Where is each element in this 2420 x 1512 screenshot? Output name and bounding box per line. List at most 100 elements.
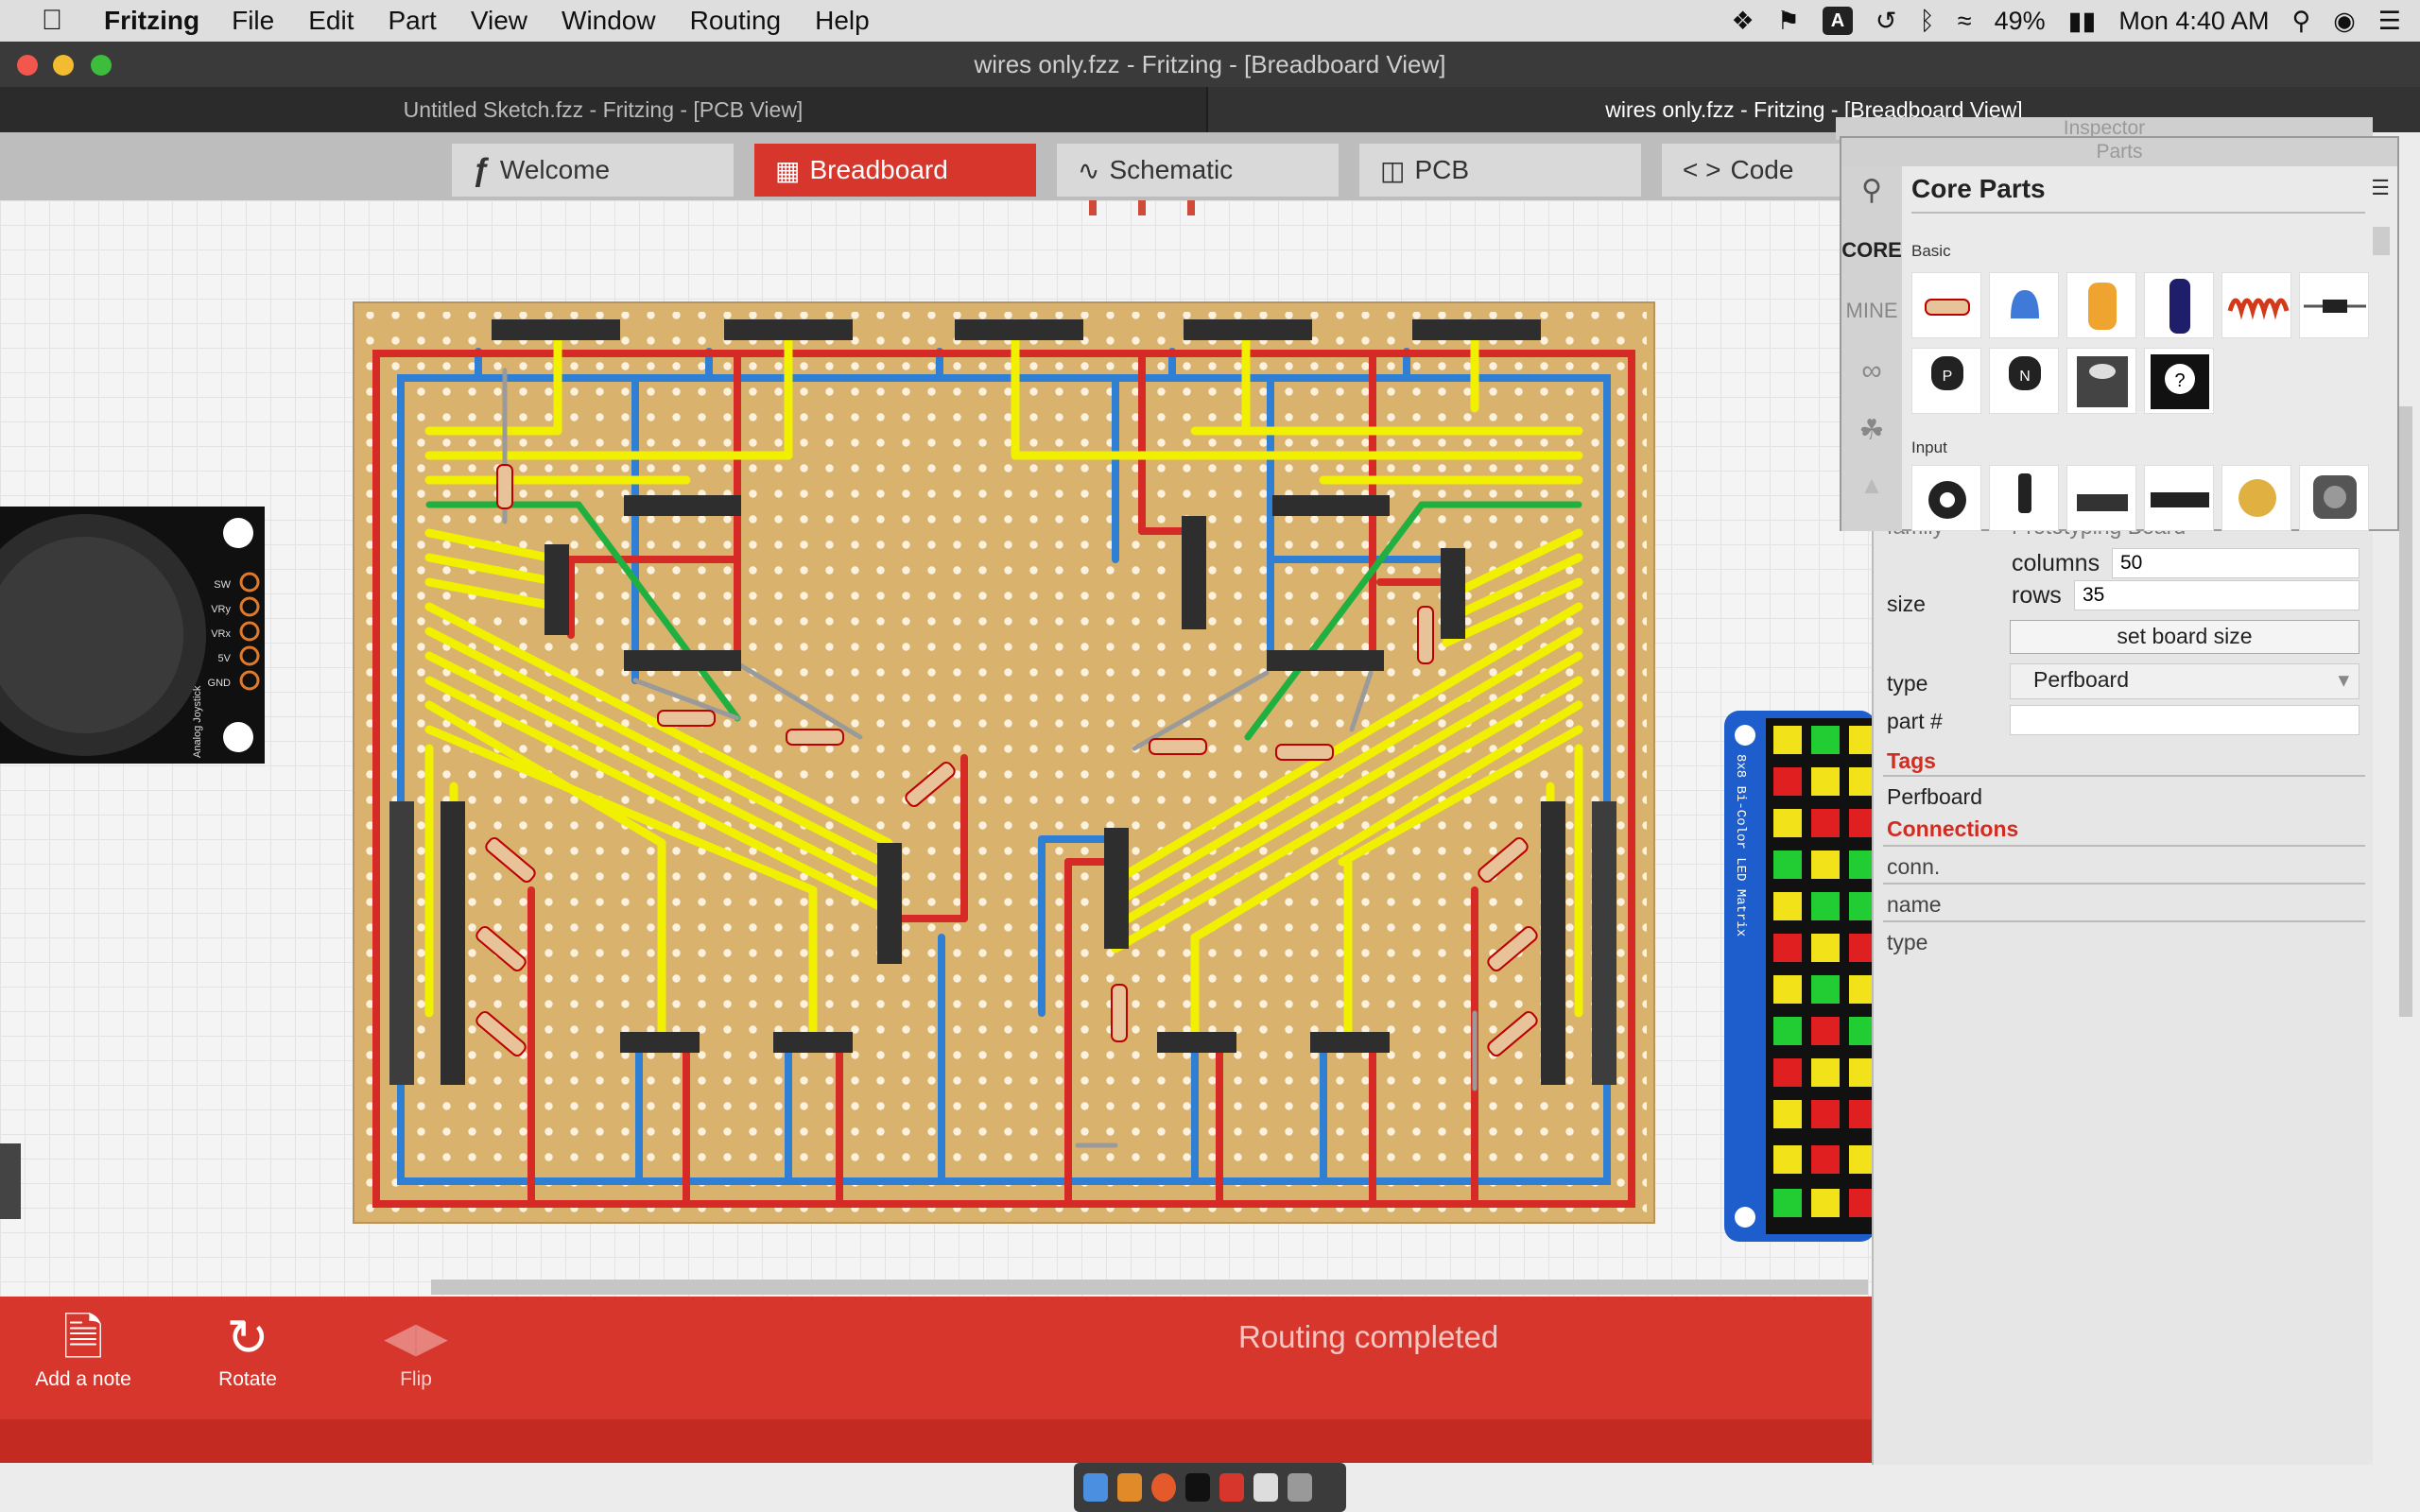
- breadboard-canvas[interactable]: SW VRy VRx 5V GND Analog Joystick 8x8 Bi…: [0, 200, 1872, 1456]
- parts-scrollbar[interactable]: [2373, 227, 2390, 255]
- npn-transistor-icon[interactable]: N: [1989, 348, 2059, 414]
- pnp-transistor-icon[interactable]: P: [1911, 348, 1981, 414]
- routing-status: Routing completed: [1238, 1319, 1499, 1354]
- bin-mine[interactable]: MINE: [1841, 299, 1902, 323]
- divider: [1883, 775, 2365, 777]
- minimize-window-icon[interactable]: [53, 55, 74, 76]
- resistor-symbol-icon: ∿: [1078, 155, 1100, 185]
- add-note-button[interactable]: 🗎 Add a note: [25, 1308, 142, 1391]
- zoom-window-icon[interactable]: [91, 55, 112, 76]
- connections-heading: Connections: [1887, 816, 2019, 841]
- bluetooth-icon[interactable]: ᛒ: [1920, 7, 1935, 36]
- bin-core[interactable]: CORE: [1841, 238, 1902, 263]
- preview-icon[interactable]: [1253, 1473, 1278, 1502]
- tab-code[interactable]: < > Code: [1662, 144, 1851, 197]
- type-label: type: [1887, 671, 1928, 696]
- partial-part[interactable]: [0, 1143, 21, 1219]
- type-select[interactable]: Perfboard ▾: [2010, 663, 2360, 699]
- terminal-icon[interactable]: [1185, 1473, 1210, 1502]
- rotate-label: Rotate: [218, 1368, 277, 1390]
- scroll-up-icon[interactable]: ▲: [1841, 471, 1902, 500]
- elephant-icon[interactable]: ⚑: [1777, 7, 1800, 36]
- part-number-input[interactable]: [2010, 705, 2360, 735]
- seeed-bin-icon[interactable]: ☘: [1841, 414, 1902, 447]
- tab-breadboard[interactable]: ▦ Breadboard: [754, 144, 1036, 197]
- parts-window-title: Parts: [1841, 138, 2397, 166]
- battery-icon[interactable]: ▮▮: [2068, 7, 2097, 36]
- conn-label: conn.: [1887, 854, 1941, 879]
- close-window-icon[interactable]: [17, 55, 38, 76]
- joystick-name-label: Analog Joystick: [192, 685, 203, 758]
- breadboard-icon: ▦: [775, 155, 801, 185]
- tantalum-capacitor-icon[interactable]: [2066, 272, 2136, 338]
- divider: [1883, 845, 2365, 847]
- potentiometer-icon[interactable]: [1989, 465, 2059, 531]
- led-matrix[interactable]: 8x8 Bi-Color LED Matrix: [1724, 711, 1872, 1242]
- ceramic-capacitor-icon[interactable]: [1989, 272, 2059, 338]
- dropbox-icon[interactable]: ❖: [1731, 7, 1754, 36]
- f-logo-icon: ƒ: [473, 151, 491, 188]
- fritzing-app-icon[interactable]: [1219, 1473, 1244, 1502]
- slide-switch-icon[interactable]: [2066, 465, 2136, 531]
- finder-icon[interactable]: [1083, 1473, 1108, 1502]
- electrolytic-capacitor-icon[interactable]: [2144, 272, 2214, 338]
- divider: [1883, 920, 2365, 922]
- menu-file[interactable]: File: [232, 6, 274, 36]
- arduino-bin-icon[interactable]: ∞: [1841, 355, 1902, 387]
- connection-type-label: type: [1887, 930, 1928, 954]
- microphone-icon[interactable]: [1911, 465, 1981, 531]
- horizontal-scrollbar[interactable]: [431, 1280, 1868, 1295]
- sublime-text-icon[interactable]: [1117, 1473, 1142, 1502]
- app-menu[interactable]: Fritzing: [104, 6, 199, 36]
- trash-icon[interactable]: [1288, 1473, 1312, 1502]
- clock[interactable]: Mon 4:40 AM: [2118, 7, 2269, 36]
- rotate-button[interactable]: ↻ Rotate: [200, 1308, 295, 1391]
- tab-welcome[interactable]: ƒ Welcome: [452, 144, 734, 197]
- spotlight-search-icon[interactable]: ⚲: [2291, 7, 2310, 36]
- parts-bin-sidebar: ⚲ CORE MINE ∞ ☘ ▲: [1841, 166, 1902, 531]
- header-pin: [1138, 200, 1146, 215]
- add-note-label: Add a note: [35, 1368, 131, 1390]
- mystery-part-icon[interactable]: ?: [2144, 348, 2214, 414]
- fet-transistor-icon[interactable]: [2066, 348, 2136, 414]
- menu-view[interactable]: View: [471, 6, 527, 36]
- dock: [1074, 1463, 1346, 1512]
- code-brackets-icon: < >: [1683, 155, 1721, 184]
- rotary-encoder-icon[interactable]: [2299, 465, 2369, 531]
- menu-part[interactable]: Part: [388, 6, 436, 36]
- tab-label: PCB: [1414, 155, 1470, 184]
- rows-input[interactable]: [2074, 580, 2360, 610]
- menu-routing[interactable]: Routing: [690, 6, 782, 36]
- svg-text:N: N: [2019, 369, 2031, 385]
- doc-tab-pcb[interactable]: Untitled Sketch.fzz - Fritzing - [PCB Vi…: [0, 87, 1208, 132]
- apple-menu-icon[interactable]: : [0, 5, 104, 37]
- light-sensor-icon[interactable]: [2221, 465, 2291, 531]
- columns-input[interactable]: [2112, 548, 2360, 578]
- notification-center-icon[interactable]: ☰: [2378, 7, 2401, 36]
- menu-edit[interactable]: Edit: [308, 6, 354, 36]
- search-icon[interactable]: ⚲: [1841, 174, 1902, 207]
- joystick-pin-label: VRy: [211, 604, 231, 615]
- perfboard[interactable]: [353, 301, 1655, 1224]
- siri-icon[interactable]: ◉: [2333, 7, 2356, 36]
- resistor-icon[interactable]: [1911, 272, 1981, 338]
- flip-button[interactable]: ◀▶ Flip: [369, 1308, 463, 1391]
- view-tab-bar: ƒ Welcome ▦ Breadboard ∿ Schematic ◫ PCB…: [0, 132, 1853, 200]
- firefox-icon[interactable]: [1151, 1473, 1176, 1502]
- menu-window[interactable]: Window: [562, 6, 656, 36]
- battery-percent[interactable]: 49%: [1995, 7, 2046, 36]
- tab-schematic[interactable]: ∿ Schematic: [1057, 144, 1339, 197]
- inspector-scrollbar[interactable]: [2399, 406, 2412, 1017]
- time-machine-icon[interactable]: ↺: [1876, 7, 1897, 36]
- bin-menu-icon[interactable]: ☰: [2371, 176, 2390, 200]
- input-source-icon[interactable]: A: [1822, 7, 1853, 35]
- joystick-module[interactable]: SW VRy VRx 5V GND Analog Joystick: [0, 507, 265, 764]
- menu-help[interactable]: Help: [815, 6, 870, 36]
- tab-pcb[interactable]: ◫ PCB: [1359, 144, 1641, 197]
- inductor-icon[interactable]: [2221, 272, 2291, 338]
- wifi-icon[interactable]: ≈: [1958, 7, 1972, 36]
- diode-icon[interactable]: [2299, 272, 2369, 338]
- dip-switch-icon[interactable]: [2144, 465, 2214, 531]
- set-board-size-button[interactable]: set board size: [2010, 620, 2360, 654]
- joystick-pin-label: GND: [208, 678, 232, 689]
